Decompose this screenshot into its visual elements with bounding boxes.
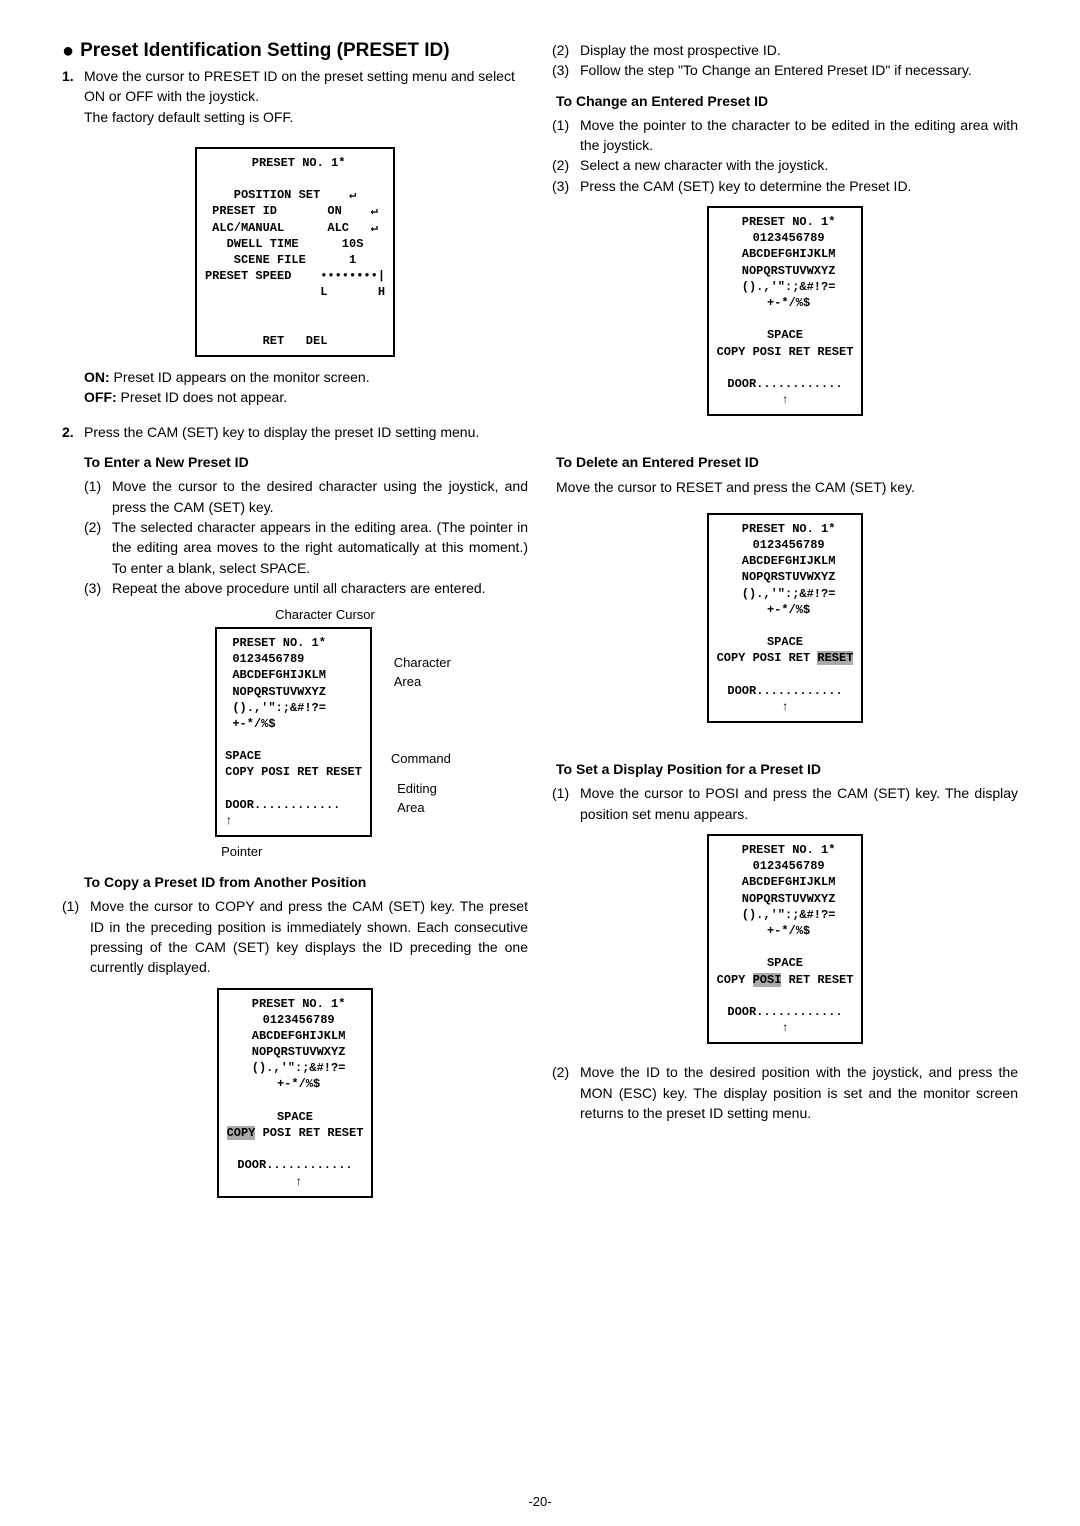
substep-text: Follow the step "To Change an Entered Pr… — [580, 60, 1018, 80]
substep-num: (1) — [84, 476, 106, 517]
step-number: 1. — [62, 66, 78, 127]
change-menu: PRESET NO. 1* 0123456789 ABCDEFGHIJKLM N… — [707, 206, 864, 416]
bullet-icon: ● — [62, 40, 74, 62]
command-label: Command — [391, 750, 451, 769]
substep-text: Press the CAM (SET) key to determine the… — [580, 176, 1018, 196]
pointer-label: Pointer — [221, 844, 262, 859]
step-number: 2. — [62, 422, 78, 442]
off-description: OFF: Preset ID does not appear. — [84, 387, 528, 407]
substep-num: (2) — [552, 1062, 574, 1123]
substep-num: (3) — [552, 60, 574, 80]
substep-num: (3) — [552, 176, 574, 196]
step1-text-a: Move the cursor to PRESET ID on the pres… — [84, 66, 528, 107]
substep-text: Select a new character with the joystick… — [580, 155, 1018, 175]
substep-text: Move the cursor to COPY and press the CA… — [90, 896, 528, 977]
delete-menu: PRESET NO. 1* 0123456789 ABCDEFGHIJKLM N… — [707, 513, 864, 723]
substep-num: (2) — [552, 40, 574, 60]
substep-num: (1) — [62, 896, 84, 977]
substep-text: Move the pointer to the character to be … — [580, 115, 1018, 156]
char-area-label: Character Area — [394, 654, 451, 692]
copy-preset-id-heading: To Copy a Preset ID from Another Positio… — [84, 872, 528, 892]
step1-text-b: The factory default setting is OFF. — [84, 107, 528, 127]
set-position-heading: To Set a Display Position for a Preset I… — [556, 759, 1018, 779]
editing-area-label: Editing Area — [397, 780, 437, 818]
substep-num: (1) — [552, 783, 574, 824]
substep-text: The selected character appears in the ed… — [112, 517, 528, 578]
main-heading: Preset Identification Setting (PRESET ID… — [80, 40, 450, 62]
delete-text: Move the cursor to RESET and press the C… — [556, 477, 1018, 497]
substep-text: Repeat the above procedure until all cha… — [112, 578, 528, 598]
character-editor-diagram: Character Cursor PRESET NO. 1* 012345678… — [215, 606, 375, 862]
enter-preset-id-heading: To Enter a New Preset ID — [84, 452, 528, 472]
substep-text: Move the cursor to the desired character… — [112, 476, 528, 517]
substep-num: (3) — [84, 578, 106, 598]
substep-num: (1) — [552, 115, 574, 156]
substep-num: (2) — [552, 155, 574, 175]
substep-num: (2) — [84, 517, 106, 578]
preset-settings-menu: PRESET NO. 1* POSITION SET ↵ PRESET ID O… — [195, 147, 395, 357]
copy-menu: PRESET NO. 1* 0123456789 ABCDEFGHIJKLM N… — [217, 988, 374, 1198]
substep-text: Display the most prospective ID. — [580, 40, 1018, 60]
on-description: ON: Preset ID appears on the monitor scr… — [84, 367, 528, 387]
cursor-label: Character Cursor — [275, 607, 375, 622]
step2-text: Press the CAM (SET) key to display the p… — [84, 422, 528, 442]
substep-text: Move the cursor to POSI and press the CA… — [580, 783, 1018, 824]
delete-preset-id-heading: To Delete an Entered Preset ID — [556, 452, 1018, 472]
page-number: -20- — [0, 1493, 1080, 1512]
change-preset-id-heading: To Change an Entered Preset ID — [556, 91, 1018, 111]
position-menu: PRESET NO. 1* 0123456789 ABCDEFGHIJKLM N… — [707, 834, 864, 1044]
substep-text: Move the ID to the desired position with… — [580, 1062, 1018, 1123]
